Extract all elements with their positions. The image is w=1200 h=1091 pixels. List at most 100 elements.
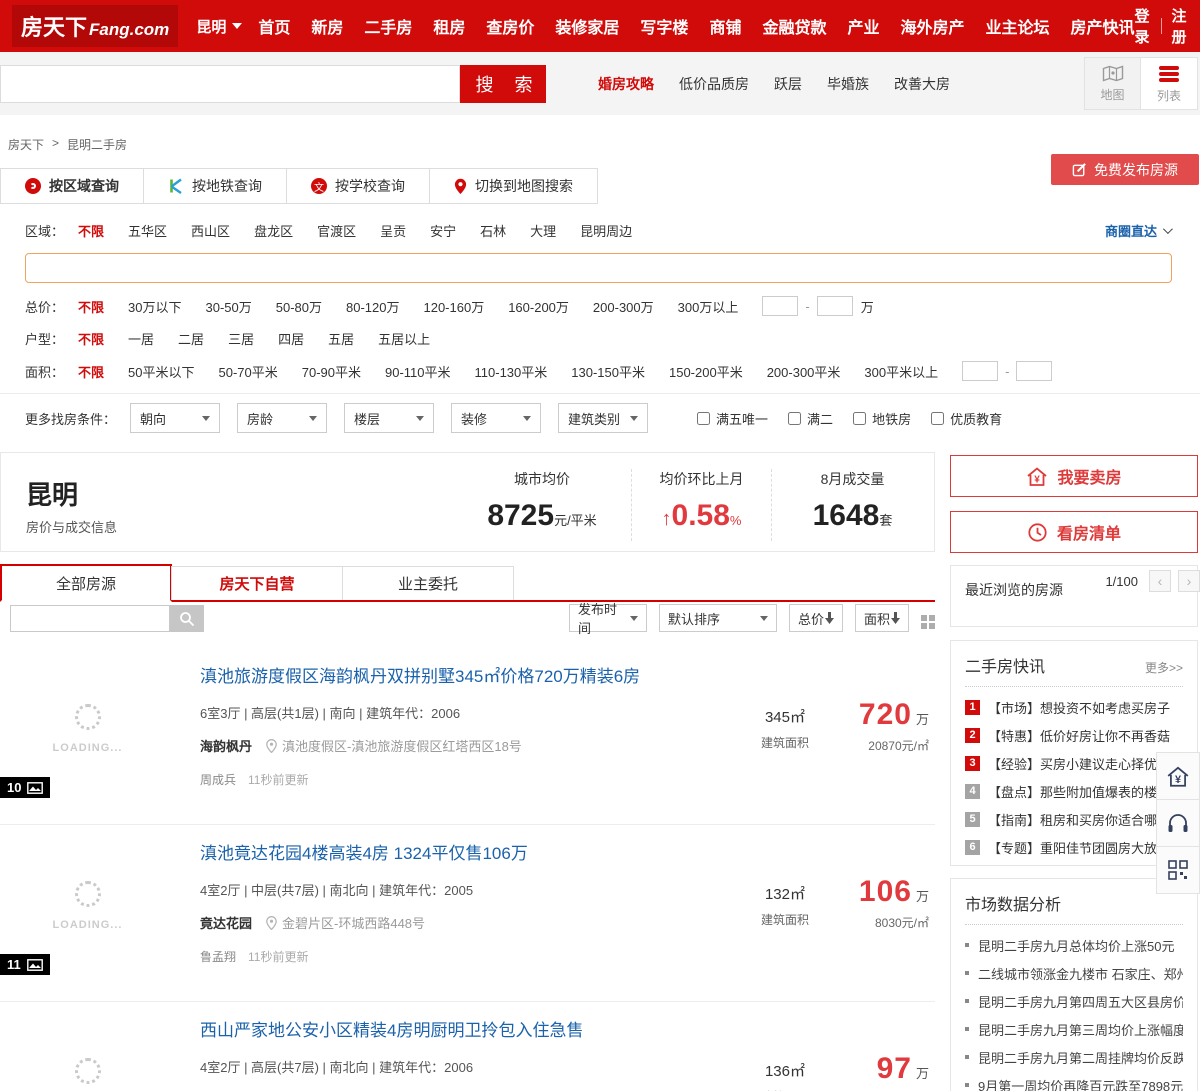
area-option[interactable]: 70-90平米 [302,362,361,381]
tab-all-listings[interactable]: 全部房源 [0,564,172,602]
sell-house-button[interactable]: ¥ 我要卖房 [950,455,1198,497]
region-option[interactable]: 昆明周边 [580,221,632,240]
layout-option[interactable]: 五居 [328,329,354,348]
layout-option[interactable]: 二居 [178,329,204,348]
prev-page-button[interactable]: ‹ [1149,570,1171,592]
region-option[interactable]: 五华区 [128,221,167,240]
layout-option[interactable]: 五居以上 [378,329,430,348]
checkbox-input[interactable] [853,411,867,425]
list-view-button[interactable]: 列表 [1141,58,1197,109]
region-option[interactable]: 安宁 [430,221,456,240]
area-option[interactable]: 110-130平米 [475,362,548,381]
sort-area[interactable]: 面积 [855,604,909,632]
price-option[interactable]: 30万以下 [128,297,181,316]
hot-link[interactable]: 改善大房 [894,74,950,94]
login-link[interactable]: 登录 [1135,5,1151,47]
search-input[interactable] [0,65,460,103]
tab-owner-entrust[interactable]: 业主委托 [342,566,514,600]
area-option[interactable]: 不限 [78,362,104,381]
price-max-input[interactable] [816,296,853,316]
checkbox-input[interactable] [788,411,802,425]
main-menu-item[interactable]: 新房 [311,14,343,38]
news-item[interactable]: 1 【市场】想投资不如考虑买房子 [965,693,1183,721]
price-option[interactable]: 160-200万 [508,297,569,316]
main-menu-item[interactable]: 海外房产 [900,14,964,38]
layout-option[interactable]: 一居 [128,329,154,348]
area-option[interactable]: 50-70平米 [219,362,278,381]
business-area-link[interactable]: 商圈直达 [1105,221,1173,240]
search-button[interactable]: 搜 索 [460,65,546,103]
news-item[interactable]: 2 【特惠】低价好房让你不再香菇 [965,721,1183,749]
price-option[interactable]: 不限 [78,297,104,316]
listing-community[interactable]: 竟达花园 [200,913,252,932]
main-menu-item[interactable]: 业主论坛 [986,14,1050,38]
sort-publish-time[interactable]: 发布时间 [569,602,647,636]
news-item[interactable]: 4 【盘点】那些附加值爆表的楼盘 [965,777,1183,805]
layout-option[interactable]: 不限 [78,329,104,348]
listing-agent[interactable]: 鲁孟翔 [200,948,236,965]
region-option[interactable]: 不限 [78,221,104,240]
region-option[interactable]: 西山区 [191,221,230,240]
tab-map-search[interactable]: 切换到地图搜索 [429,168,598,204]
area-option[interactable]: 150-200平米 [669,362,743,381]
listing-agent[interactable]: 周成兵 [200,771,236,788]
checkbox-input[interactable] [931,411,945,425]
city-selector[interactable]: 昆明 [196,16,243,37]
tab-by-region[interactable]: 按区域查询 [0,168,144,204]
listing-community[interactable]: 海韵枫丹 [200,736,252,755]
hot-link[interactable]: 毕婚族 [827,74,869,94]
market-item[interactable]: 二线城市领涨金九楼市 石家庄、郑州... [965,959,1183,987]
tab-by-school[interactable]: 文 按学校查询 [286,168,430,204]
price-option[interactable]: 50-80万 [276,297,322,316]
publish-listing-button[interactable]: 免费发布房源 [1051,154,1199,185]
selected-filters-box[interactable] [25,253,1172,283]
news-item[interactable]: 5 【指南】租房和买房你适合哪种 [965,805,1183,833]
main-menu-item[interactable]: 产业 [847,14,879,38]
news-item[interactable]: 6 【专题】重阳佳节团圆房大放送 [965,833,1183,861]
region-option[interactable]: 官渡区 [317,221,356,240]
tab-fang-direct[interactable]: 房天下自营 [171,566,343,600]
hot-link[interactable]: 跃层 [774,74,802,94]
main-menu-item[interactable]: 查房价 [486,14,534,38]
region-option[interactable]: 石林 [480,221,506,240]
market-item[interactable]: 昆明二手房九月第四周五大区县房价四... [965,987,1183,1015]
area-option[interactable]: 300平米以上 [864,362,938,381]
filter-checkbox[interactable]: 满五唯一 [697,409,768,428]
listing-photo[interactable]: LOADING... 10 [0,660,175,798]
watch-list-button[interactable]: 看房清单 [950,511,1198,553]
listing-title[interactable]: 滇池旅游度假区海韵枫丹双拼别墅345㎡价格720万精装6房 [200,662,720,687]
region-option[interactable]: 呈贡 [380,221,406,240]
sort-price[interactable]: 总价 [789,604,843,632]
area-min-input[interactable] [962,361,999,381]
filter-checkbox[interactable]: 地铁房 [853,409,911,428]
area-max-input[interactable] [1016,361,1053,381]
next-page-button[interactable]: › [1178,570,1200,592]
listing-title[interactable]: 滇池竟达花园4楼高装4房 1324平仅售106万 [200,839,720,864]
main-menu-item[interactable]: 金融贷款 [762,14,826,38]
main-menu-item[interactable]: 写字楼 [640,14,688,38]
sort-default[interactable]: 默认排序 [659,604,777,632]
market-item[interactable]: 昆明二手房九月第二周挂牌均价反跌为... [965,1043,1183,1071]
map-view-button[interactable]: 地图 [1085,58,1141,109]
area-option[interactable]: 200-300平米 [767,362,841,381]
region-option[interactable]: 大理 [530,221,556,240]
grid-view-icon[interactable] [921,615,927,621]
filter-dropdown[interactable]: 房龄 [237,403,328,433]
main-menu-item[interactable]: 首页 [258,14,290,38]
hot-link[interactable]: 婚房攻略 [598,74,654,94]
checkbox-input[interactable] [697,411,711,425]
price-min-input[interactable] [762,296,799,316]
listing-photo[interactable]: LOADING... 11 [0,837,175,975]
list-search-input[interactable] [10,605,170,632]
main-menu-item[interactable]: 房产快讯 [1071,14,1135,38]
filter-dropdown[interactable]: 朝向 [130,403,221,433]
main-menu-item[interactable]: 租房 [433,14,465,38]
filter-checkbox[interactable]: 优质教育 [931,409,1002,428]
listing-title[interactable]: 西山严家地公安小区精装4房明厨明卫拎包入住急售 [200,1016,720,1041]
list-search-button[interactable] [170,605,204,632]
main-menu-item[interactable]: 商铺 [709,14,741,38]
price-option[interactable]: 120-160万 [423,297,484,316]
hot-link[interactable]: 低价品质房 [679,74,749,94]
tab-by-metro[interactable]: 按地铁查询 [143,168,287,204]
qr-code-button[interactable] [1156,846,1200,894]
